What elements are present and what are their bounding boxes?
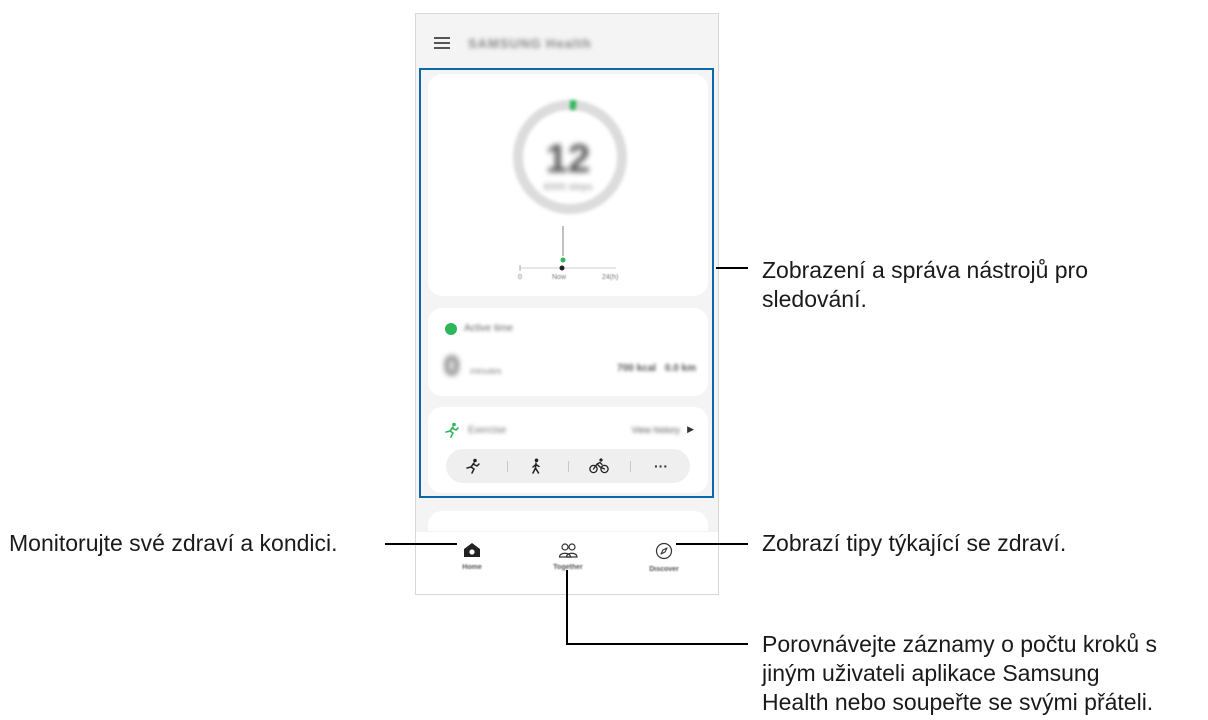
tracker-callout-line-1: Zobrazení a správa nástrojů pro (762, 257, 1089, 283)
nav-home[interactable]: Home (432, 542, 512, 571)
nav-together[interactable]: Together (528, 542, 608, 571)
tracker-leader-line (716, 267, 748, 269)
app-bar: SAMSUNG Health (416, 14, 718, 70)
together-leader-line-vertical (566, 570, 568, 644)
discover-icon (655, 542, 673, 560)
discover-callout: Zobrazí tipy týkající se zdraví. (762, 530, 1067, 556)
home-callout: Monitorujte své zdraví a kondici. (9, 530, 338, 556)
together-callout-line-2: jiným uživateli aplikace Samsung (762, 660, 1100, 686)
app-title: SAMSUNG Health (468, 36, 592, 51)
nav-home-label: Home (462, 564, 482, 571)
together-leader-line-horizontal (566, 643, 748, 645)
tracker-callout: Zobrazení a správa nástrojů pro sledován… (762, 256, 1088, 314)
together-icon (558, 543, 578, 558)
discover-leader-line (676, 543, 748, 545)
tracker-callout-line-2: sledování. (762, 286, 867, 312)
menu-icon[interactable] (434, 37, 450, 49)
home-icon (464, 543, 480, 557)
nav-together-label: Together (553, 564, 583, 571)
home-leader-line (385, 543, 457, 545)
nav-discover-label: Discover (649, 566, 679, 573)
together-callout-line-3: Health nebo soupeřte se svými přáteli. (762, 689, 1154, 715)
together-callout: Porovnávejte záznamy o počtu kroků s jin… (762, 630, 1157, 717)
tracker-highlight-frame (419, 68, 714, 498)
nav-discover[interactable]: Discover (624, 542, 704, 573)
next-card-peek (428, 511, 708, 531)
together-callout-line-1: Porovnávejte záznamy o počtu kroků s (762, 631, 1158, 657)
